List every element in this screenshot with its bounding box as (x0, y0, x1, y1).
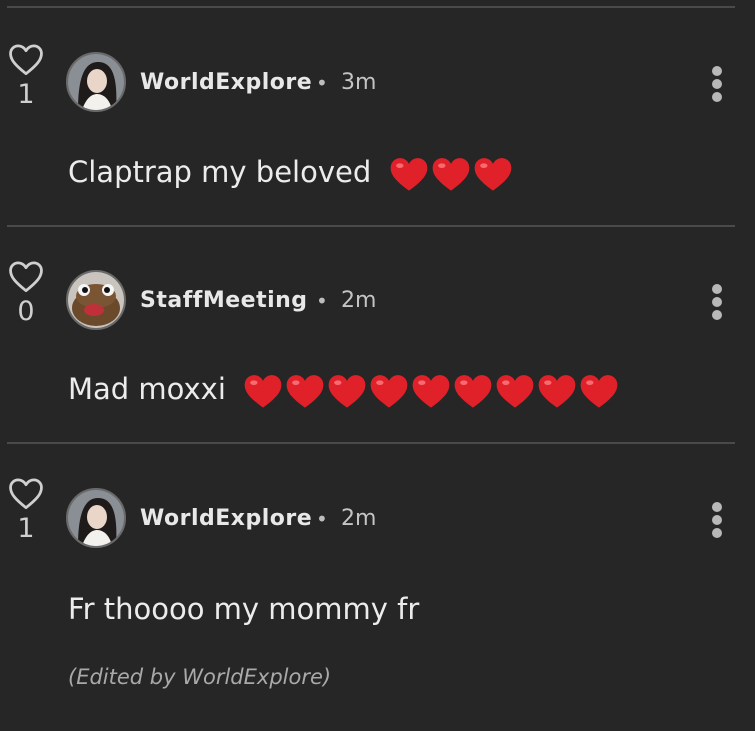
like-control: 1 (5, 42, 47, 110)
timestamp: 2m (341, 506, 377, 531)
avatar[interactable] (66, 488, 126, 548)
comment-text: Claptrap my beloved (68, 155, 372, 189)
like-count: 1 (17, 513, 35, 544)
red-heart-emoji (412, 375, 450, 408)
username[interactable]: StaffMeeting (140, 288, 308, 313)
heart-outline-icon[interactable] (7, 476, 45, 510)
comment-divider (7, 225, 735, 227)
comment-divider (7, 442, 735, 444)
separator-dot: • (316, 507, 328, 531)
like-control: 1 (5, 476, 47, 544)
avatar[interactable] (66, 52, 126, 112)
timestamp: 2m (341, 288, 377, 313)
red-heart-emoji (454, 375, 492, 408)
more-options-button[interactable] (706, 282, 728, 322)
more-vertical-icon (712, 66, 722, 76)
edited-note: (Edited by WorldExplore) (68, 665, 332, 689)
more-options-button[interactable] (706, 64, 728, 104)
comment-text-row: Fr thoooo my mommy fr (68, 592, 419, 626)
red-heart-emoji (580, 375, 618, 408)
like-count: 0 (17, 296, 35, 327)
like-count: 1 (17, 79, 35, 110)
avatar-woman-icon (68, 54, 124, 110)
more-options-button[interactable] (706, 500, 728, 540)
username[interactable]: WorldExplore (140, 506, 312, 531)
avatar[interactable] (66, 270, 126, 330)
separator-dot: • (316, 289, 328, 313)
avatar-frog-icon (68, 272, 124, 328)
red-heart-emoji (474, 158, 511, 191)
red-heart-emoji (244, 375, 282, 408)
red-heart-emoji (432, 158, 469, 191)
emoji-group (389, 155, 515, 193)
more-vertical-icon (712, 284, 722, 294)
comment-text-row: Mad moxxi (68, 372, 621, 410)
separator-dot: • (316, 71, 328, 95)
red-heart-emoji (286, 375, 324, 408)
top-divider (7, 6, 735, 8)
emoji-group (243, 372, 621, 410)
comment-text-row: Claptrap my beloved (68, 155, 515, 193)
heart-outline-icon[interactable] (7, 42, 45, 76)
username[interactable]: WorldExplore (140, 70, 312, 95)
red-heart-emoji (370, 375, 408, 408)
like-control: 0 (5, 259, 47, 327)
comment-text: Fr thoooo my mommy fr (68, 592, 420, 626)
timestamp: 3m (341, 70, 377, 95)
comment-text: Mad moxxi (68, 372, 226, 406)
red-heart-emoji (496, 375, 534, 408)
heart-outline-icon[interactable] (7, 259, 45, 293)
more-vertical-icon (712, 502, 722, 512)
red-heart-emoji (390, 158, 427, 191)
avatar-woman-icon (68, 490, 124, 546)
red-heart-emoji (328, 375, 366, 408)
red-heart-emoji (538, 375, 576, 408)
